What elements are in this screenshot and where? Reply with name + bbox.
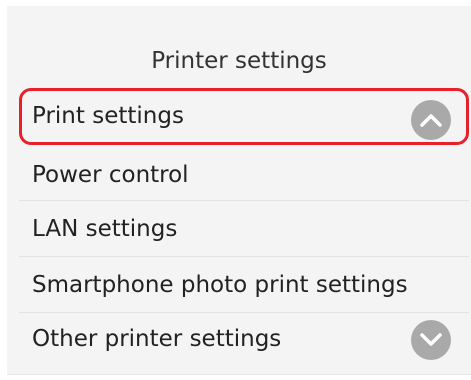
menu-item-label: LAN settings <box>32 216 178 242</box>
chevron-up-icon <box>420 114 442 127</box>
scroll-down-button[interactable] <box>411 320 451 360</box>
menu-item-power-control[interactable]: Power control <box>19 147 469 204</box>
menu-item-smartphone-photo-print-settings[interactable]: Smartphone photo print settings <box>19 257 469 314</box>
menu-item-label: Print settings <box>32 103 184 129</box>
scroll-up-button[interactable] <box>411 100 451 140</box>
chevron-down-icon <box>420 333 442 346</box>
menu-item-other-printer-settings[interactable]: Other printer settings <box>19 311 469 368</box>
menu-item-label: Power control <box>32 162 189 188</box>
menu-item-label: Smartphone photo print settings <box>32 272 408 298</box>
menu-item-print-settings[interactable]: Print settings <box>19 88 469 145</box>
printer-settings-screen: Printer settings Print settings Power co… <box>7 6 471 375</box>
page-title: Printer settings <box>151 48 327 74</box>
menu-item-label: Other printer settings <box>32 326 282 352</box>
menu-item-lan-settings[interactable]: LAN settings <box>19 201 469 258</box>
